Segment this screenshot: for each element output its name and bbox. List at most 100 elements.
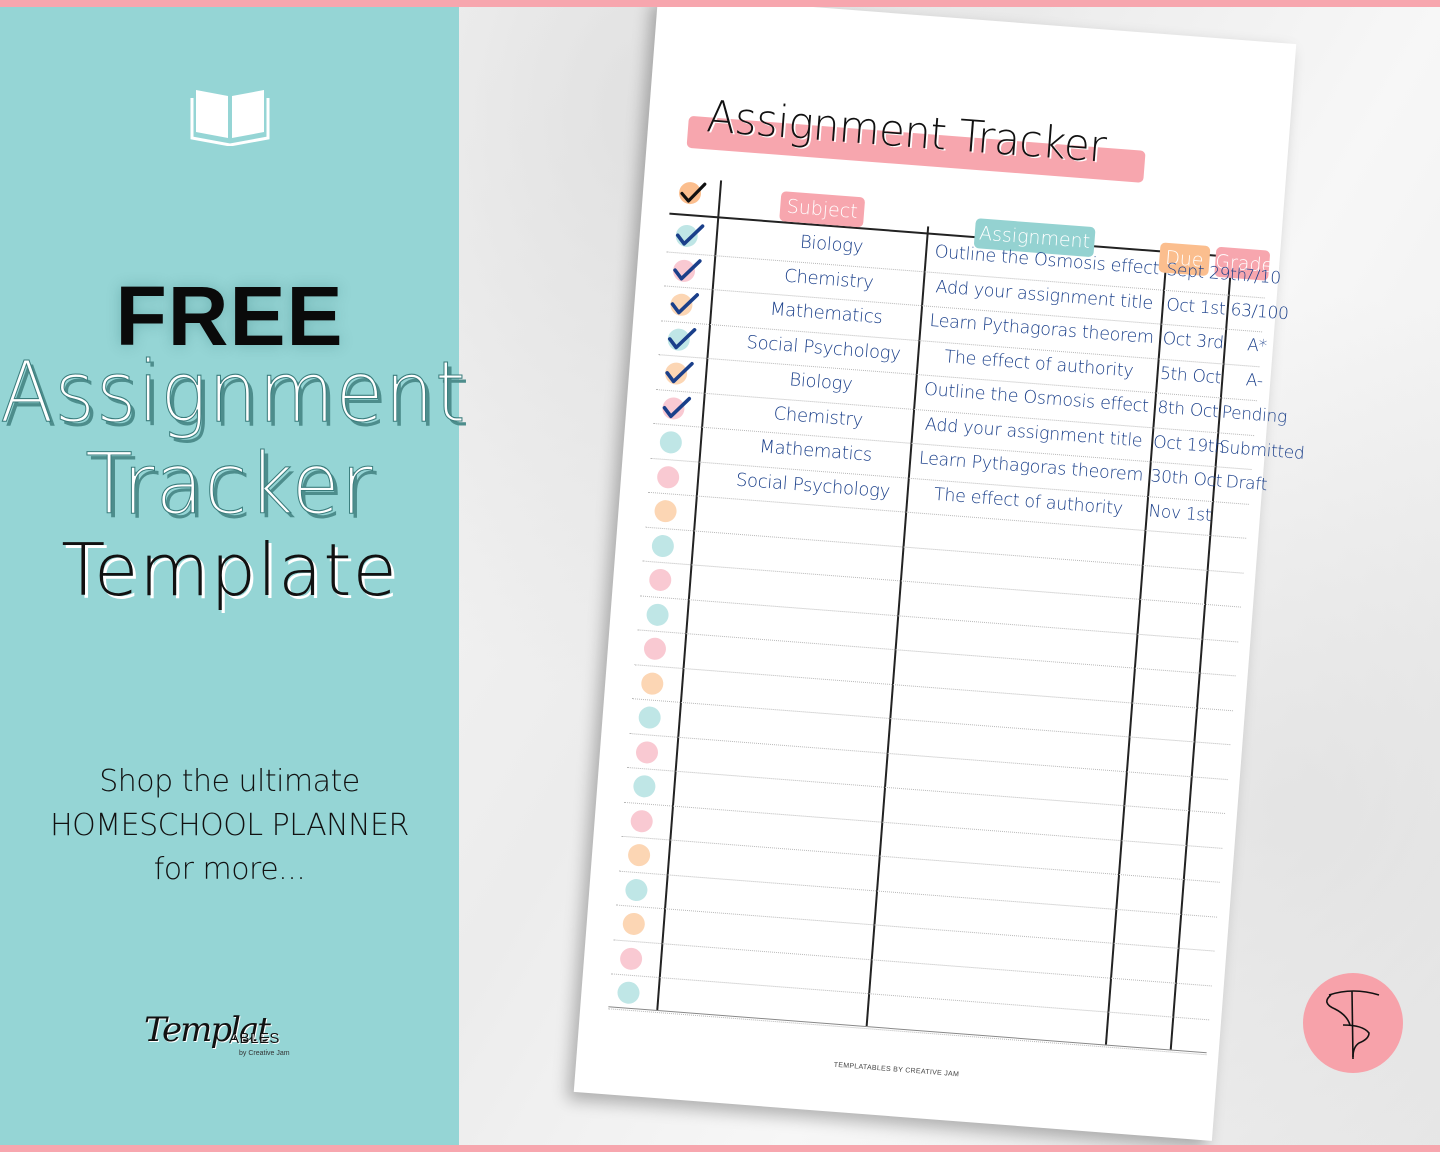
- status-dot[interactable]: [645, 602, 670, 627]
- checkmark-icon[interactable]: [670, 255, 702, 283]
- checkmark-icon[interactable]: [668, 290, 700, 318]
- status-dot[interactable]: [648, 568, 673, 592]
- cell-grade: Pending: [1221, 402, 1288, 428]
- cell-grade: A*: [1246, 335, 1268, 357]
- cell-assignment: [909, 517, 1144, 535]
- cell-due: [1117, 913, 1181, 918]
- top-accent-bar: [0, 0, 1440, 7]
- row-divider: [634, 663, 1234, 711]
- cell-due: [1109, 1017, 1173, 1022]
- cell-subject: Social Psychology: [745, 331, 902, 365]
- cell-due: [1122, 845, 1186, 850]
- cell-assignment: [888, 792, 1123, 810]
- promo-text: Shop the ultimate HOMESCHOOL PLANNER for…: [0, 760, 459, 892]
- status-dot[interactable]: [653, 499, 678, 523]
- cell-due: [1112, 982, 1176, 987]
- cell-subject: Mathematics: [758, 436, 873, 466]
- status-dot[interactable]: [635, 740, 659, 764]
- status-dot[interactable]: [619, 946, 643, 971]
- cell-assignment: [893, 723, 1128, 741]
- cell-assignment: [904, 586, 1139, 604]
- cell-due: [1125, 810, 1189, 815]
- check-icon: [680, 182, 707, 203]
- brand-logo: Templat ABLES by Creative Jam: [140, 1010, 340, 1080]
- cell-due: [1138, 638, 1202, 643]
- promo-line-3: for more...: [153, 852, 306, 887]
- cell-assignment: [872, 998, 1107, 1016]
- status-dot[interactable]: [627, 843, 651, 867]
- row-divider: [626, 766, 1226, 814]
- promo-panel: FREE Assignment Tracker Template Shop th…: [0, 0, 467, 1152]
- sheet-title: Assignment Tracker: [686, 90, 1159, 186]
- promo-title-line-1: Assignment: [0, 344, 467, 442]
- cell-grade: 7/10: [1243, 265, 1282, 289]
- bottom-accent-bar: [0, 1145, 1440, 1152]
- row-divider: [608, 1007, 1207, 1055]
- cell-assignment: [874, 964, 1109, 982]
- row-divider: [645, 526, 1244, 574]
- checkmark-icon[interactable]: [662, 359, 694, 387]
- tracker-sheet: Assignment Tracker Subject Assignment Du…: [573, 0, 1305, 1141]
- cell-subject: Chemistry: [772, 402, 864, 431]
- status-dot[interactable]: [629, 808, 654, 833]
- cell-due: [1143, 570, 1207, 575]
- cell-due: 5th Oct: [1159, 363, 1222, 388]
- cell-assignment: [882, 861, 1117, 879]
- cell-assignment: [880, 895, 1115, 913]
- cell-due: Oct 3rd: [1161, 328, 1225, 354]
- cell-due: [1133, 707, 1197, 712]
- promo-line-1: Shop the ultimate: [99, 764, 360, 799]
- status-dot[interactable]: [659, 430, 683, 455]
- status-dot[interactable]: [624, 877, 649, 902]
- row-divider: [639, 594, 1239, 642]
- status-dot[interactable]: [621, 912, 646, 936]
- status-dot[interactable]: [637, 705, 662, 730]
- status-dot[interactable]: [656, 464, 681, 489]
- cell-assignment: [901, 620, 1136, 638]
- header-subject: Subject: [779, 191, 866, 228]
- cell-grade: Draft: [1224, 472, 1268, 496]
- row-divider: [621, 835, 1220, 883]
- cell-assignment: [890, 758, 1125, 776]
- status-dot[interactable]: [643, 636, 667, 661]
- cell-subject: Biology: [788, 369, 854, 396]
- cell-due: 30th Oct: [1149, 466, 1223, 492]
- cell-subject: Mathematics: [769, 298, 884, 329]
- cell-assignment: [898, 654, 1133, 672]
- promo-line-2: HOMESCHOOL PLANNER: [50, 808, 409, 843]
- promo-title-line-2: Tracker: [85, 436, 374, 534]
- row-divider: [613, 938, 1212, 986]
- status-dot[interactable]: [632, 774, 657, 799]
- cell-due: Oct 19th: [1152, 431, 1226, 458]
- cell-subject: Social Psychology: [735, 469, 891, 502]
- checkmark-icon[interactable]: [673, 221, 705, 249]
- checkmark-icon[interactable]: [665, 324, 697, 352]
- tracker-table: Subject Assignment Due Grade Biology Outl…: [608, 177, 1305, 1061]
- status-dot[interactable]: [651, 533, 675, 558]
- cell-assignment: [877, 930, 1112, 948]
- open-book-icon: [190, 90, 270, 146]
- checkmark-icon[interactable]: [660, 393, 692, 421]
- cell-due: Nov 1st: [1147, 500, 1213, 526]
- row-divider: [632, 698, 1231, 746]
- cell-grade: A-: [1245, 369, 1264, 392]
- cell-grade: 63/100: [1229, 299, 1290, 324]
- row-divider: [629, 732, 1228, 780]
- row-divider: [624, 801, 1223, 849]
- cell-subject: Biology: [799, 231, 864, 258]
- cell-assignment: [906, 551, 1141, 569]
- promo-title-line-3: Template: [61, 528, 398, 612]
- row-divider: [616, 904, 1215, 952]
- brand-subtitle: by Creative Jam: [239, 1050, 290, 1057]
- cell-due: Oct 1st: [1165, 294, 1227, 319]
- cell-due: [1120, 879, 1184, 884]
- cell-due: [1141, 604, 1205, 609]
- cell-due: [1114, 948, 1178, 953]
- status-dot[interactable]: [640, 671, 665, 695]
- cell-due: [1130, 741, 1194, 746]
- table-body: Biology Outline the Osmosis effect Sept 29…: [608, 177, 1305, 1055]
- row-divider: [637, 629, 1236, 677]
- cell-due: 8th Oct: [1156, 397, 1220, 423]
- status-dot[interactable]: [616, 980, 641, 1005]
- cell-assignment: [885, 826, 1120, 844]
